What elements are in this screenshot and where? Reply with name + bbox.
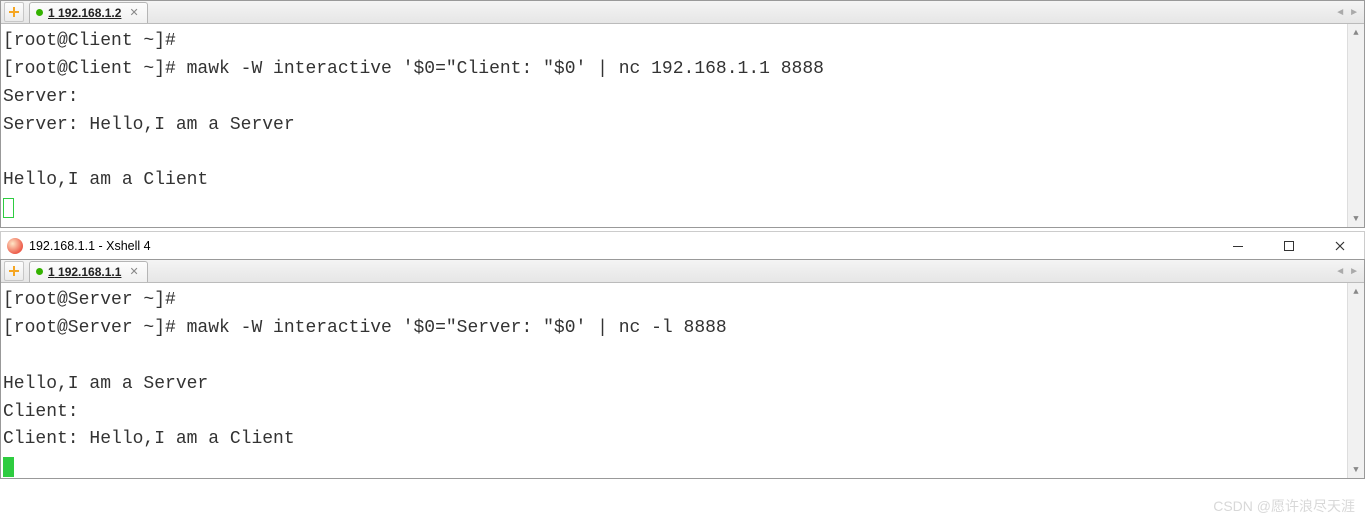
terminal-output-client[interactable]: [root@Client ~]# [root@Client ~]# mawk -… <box>1 24 1364 227</box>
maximize-icon <box>1284 241 1294 251</box>
add-tab-button[interactable] <box>4 2 24 22</box>
minimize-button[interactable] <box>1215 233 1260 259</box>
tab-server[interactable]: 1 192.168.1.1 ✕ <box>29 261 148 282</box>
scroll-down-icon[interactable]: ▼ <box>1348 461 1364 478</box>
close-icon <box>1335 241 1345 251</box>
plus-icon <box>8 6 20 18</box>
scroll-down-icon[interactable]: ▼ <box>1348 210 1364 227</box>
scroll-track[interactable] <box>1348 41 1364 210</box>
terminal-pane-server: 1 192.168.1.1 ✕ ◄ ► [root@Server ~]# [ro… <box>0 259 1365 479</box>
tab-prev-icon[interactable]: ◄ <box>1335 266 1345 277</box>
plus-icon <box>8 265 20 277</box>
tab-next-icon[interactable]: ► <box>1349 266 1359 277</box>
add-tab-button[interactable] <box>4 261 24 281</box>
terminal-output-server[interactable]: [root@Server ~]# [root@Server ~]# mawk -… <box>1 283 1364 478</box>
scroll-up-icon[interactable]: ▲ <box>1348 283 1364 300</box>
watermark: CSDN @愿许浪尽天涯 <box>1213 496 1355 516</box>
scrollbar[interactable]: ▲ ▼ <box>1347 283 1364 478</box>
terminal-pane-client: 1 192.168.1.2 ✕ ◄ ► [root@Client ~]# [ro… <box>0 0 1365 228</box>
window-titlebar: 192.168.1.1 - Xshell 4 <box>0 231 1365 259</box>
tab-title: 1 192.168.1.1 <box>48 265 121 279</box>
scrollbar[interactable]: ▲ ▼ <box>1347 24 1364 227</box>
cursor-icon <box>3 457 14 477</box>
window-title: 192.168.1.1 - Xshell 4 <box>29 239 151 253</box>
close-button[interactable] <box>1317 233 1362 259</box>
tab-bar: 1 192.168.1.1 ✕ ◄ ► <box>1 260 1364 283</box>
cursor-icon <box>3 198 14 218</box>
tab-title: 1 192.168.1.2 <box>48 6 121 20</box>
maximize-button[interactable] <box>1266 233 1311 259</box>
status-dot-icon <box>36 9 43 16</box>
tab-prev-icon[interactable]: ◄ <box>1335 7 1345 18</box>
scroll-up-icon[interactable]: ▲ <box>1348 24 1364 41</box>
status-dot-icon <box>36 268 43 275</box>
tab-next-icon[interactable]: ► <box>1349 7 1359 18</box>
scroll-track[interactable] <box>1348 300 1364 461</box>
tab-nav: ◄ ► <box>1335 266 1359 277</box>
tab-nav: ◄ ► <box>1335 7 1359 18</box>
close-tab-icon[interactable]: ✕ <box>129 6 138 19</box>
close-tab-icon[interactable]: ✕ <box>129 265 138 278</box>
minimize-icon <box>1233 241 1243 251</box>
tab-bar: 1 192.168.1.2 ✕ ◄ ► <box>1 1 1364 24</box>
tab-client[interactable]: 1 192.168.1.2 ✕ <box>29 2 148 23</box>
app-icon <box>7 238 23 254</box>
